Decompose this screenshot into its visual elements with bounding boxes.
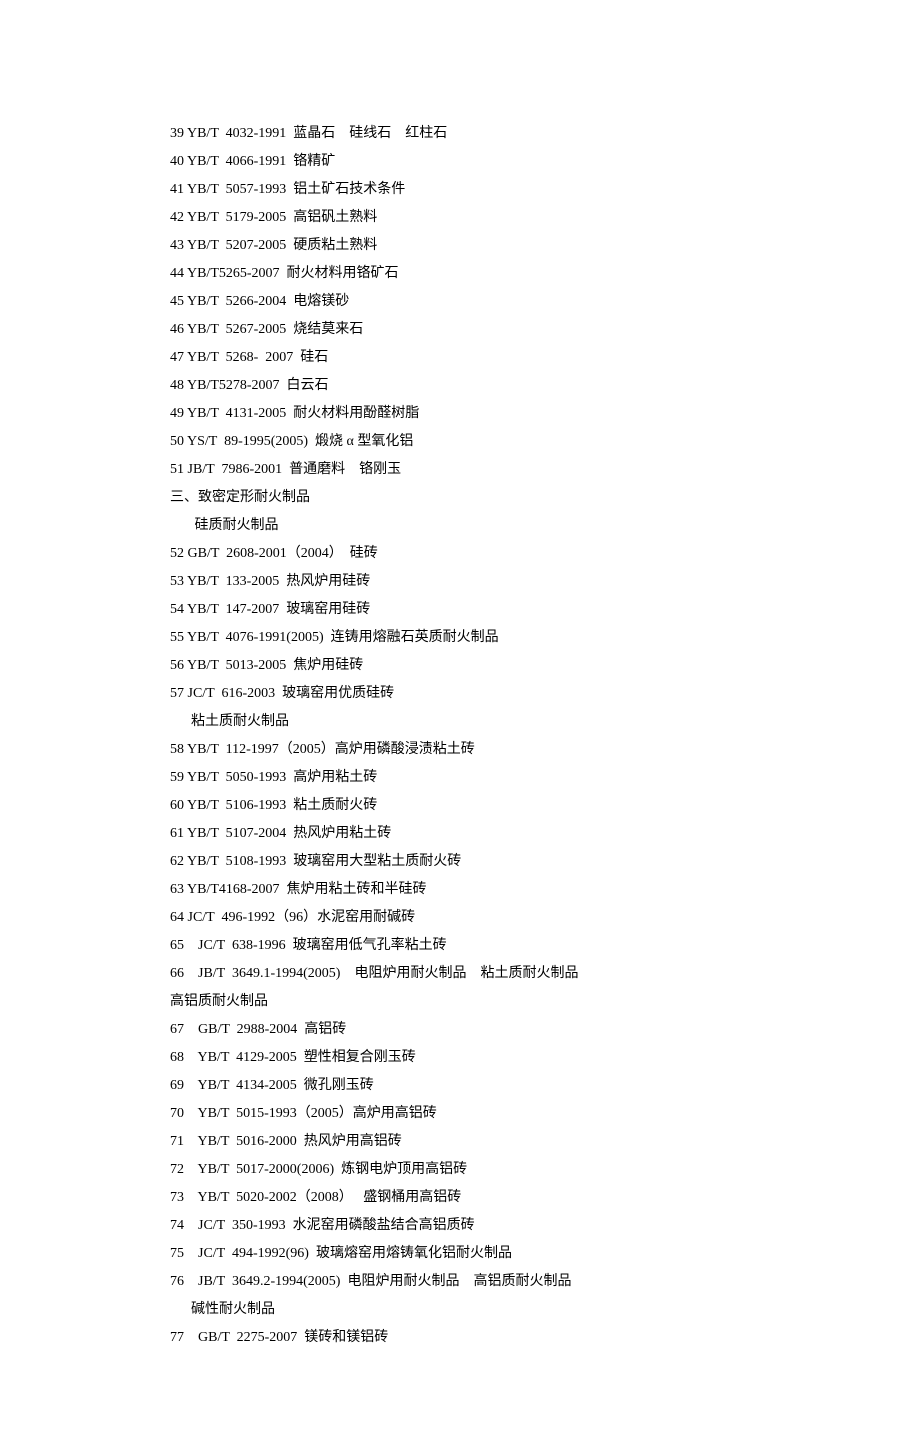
text-line: 75 JC/T 494-1992(96) 玻璃熔窑用熔铸氧化铝耐火制品 <box>170 1240 760 1268</box>
text-line: 77 GB/T 2275-2007 镁砖和镁铝砖 <box>170 1324 760 1352</box>
text-line: 66 JB/T 3649.1-1994(2005) 电阻炉用耐火制品 粘土质耐火… <box>170 960 760 988</box>
text-line: 高铝质耐火制品 <box>170 988 760 1016</box>
text-line: 47 YB/T 5268- 2007 硅石 <box>170 344 760 372</box>
text-line: 69 YB/T 4134-2005 微孔刚玉砖 <box>170 1072 760 1100</box>
text-line: 48 YB/T5278-2007 白云石 <box>170 372 760 400</box>
text-line: 46 YB/T 5267-2005 烧结莫来石 <box>170 316 760 344</box>
text-line: 43 YB/T 5207-2005 硬质粘土熟料 <box>170 232 760 260</box>
text-line: 67 GB/T 2988-2004 高铝砖 <box>170 1016 760 1044</box>
text-line: 39 YB/T 4032-1991 蓝晶石 硅线石 红柱石 <box>170 120 760 148</box>
text-line: 68 YB/T 4129-2005 塑性相复合刚玉砖 <box>170 1044 760 1072</box>
text-line: 71 YB/T 5016-2000 热风炉用高铝砖 <box>170 1128 760 1156</box>
text-line: 60 YB/T 5106-1993 粘土质耐火砖 <box>170 792 760 820</box>
text-line: 硅质耐火制品 <box>170 512 760 540</box>
text-line: 63 YB/T4168-2007 焦炉用粘土砖和半硅砖 <box>170 876 760 904</box>
text-line: 56 YB/T 5013-2005 焦炉用硅砖 <box>170 652 760 680</box>
text-line: 72 YB/T 5017-2000(2006) 炼钢电炉顶用高铝砖 <box>170 1156 760 1184</box>
text-line: 三、致密定形耐火制品 <box>170 484 760 512</box>
text-line: 76 JB/T 3649.2-1994(2005) 电阻炉用耐火制品 高铝质耐火… <box>170 1268 760 1296</box>
text-line: 57 JC/T 616-2003 玻璃窑用优质硅砖 <box>170 680 760 708</box>
text-line: 碱性耐火制品 <box>170 1296 760 1324</box>
text-line: 51 JB/T 7986-2001 普通磨料 铬刚玉 <box>170 456 760 484</box>
text-line: 62 YB/T 5108-1993 玻璃窑用大型粘土质耐火砖 <box>170 848 760 876</box>
text-line: 54 YB/T 147-2007 玻璃窑用硅砖 <box>170 596 760 624</box>
text-line: 40 YB/T 4066-1991 铬精矿 <box>170 148 760 176</box>
text-line: 53 YB/T 133-2005 热风炉用硅砖 <box>170 568 760 596</box>
text-line: 41 YB/T 5057-1993 铝土矿石技术条件 <box>170 176 760 204</box>
text-line: 74 JC/T 350-1993 水泥窑用磷酸盐结合高铝质砖 <box>170 1212 760 1240</box>
text-line: 粘土质耐火制品 <box>170 708 760 736</box>
text-line: 61 YB/T 5107-2004 热风炉用粘土砖 <box>170 820 760 848</box>
document-page: 39 YB/T 4032-1991 蓝晶石 硅线石 红柱石40 YB/T 406… <box>0 0 920 1452</box>
text-line: 50 YS/T 89-1995(2005) 煅烧 α 型氧化铝 <box>170 428 760 456</box>
text-line: 59 YB/T 5050-1993 高炉用粘土砖 <box>170 764 760 792</box>
text-line: 58 YB/T 112-1997（2005）高炉用磷酸浸渍粘土砖 <box>170 736 760 764</box>
text-line: 52 GB/T 2608-2001（2004） 硅砖 <box>170 540 760 568</box>
text-line: 64 JC/T 496-1992（96）水泥窑用耐碱砖 <box>170 904 760 932</box>
text-line: 73 YB/T 5020-2002（2008） 盛钢桶用高铝砖 <box>170 1184 760 1212</box>
text-line: 45 YB/T 5266-2004 电熔镁砂 <box>170 288 760 316</box>
text-line: 42 YB/T 5179-2005 高铝矾土熟料 <box>170 204 760 232</box>
text-line: 44 YB/T5265-2007 耐火材料用铬矿石 <box>170 260 760 288</box>
text-line: 70 YB/T 5015-1993（2005）高炉用高铝砖 <box>170 1100 760 1128</box>
text-line: 55 YB/T 4076-1991(2005) 连铸用熔融石英质耐火制品 <box>170 624 760 652</box>
text-line: 65 JC/T 638-1996 玻璃窑用低气孔率粘土砖 <box>170 932 760 960</box>
text-line: 49 YB/T 4131-2005 耐火材料用酚醛树脂 <box>170 400 760 428</box>
